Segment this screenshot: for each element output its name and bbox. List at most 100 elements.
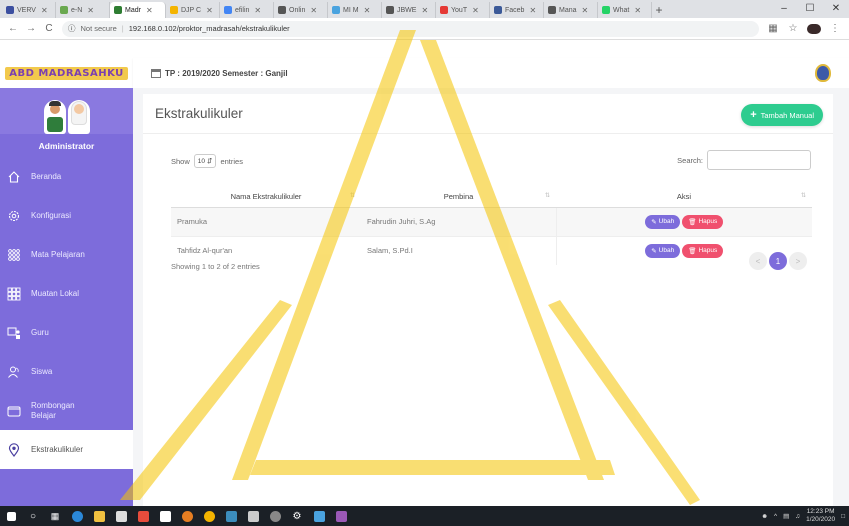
tab-close-icon[interactable]: ✕ bbox=[87, 6, 94, 15]
firefox-icon[interactable] bbox=[176, 506, 198, 526]
tab-close-icon[interactable]: ✕ bbox=[582, 6, 589, 15]
tab-close-icon[interactable]: ✕ bbox=[41, 6, 48, 15]
reload-button[interactable]: C bbox=[44, 23, 54, 34]
forward-button[interactable]: → bbox=[26, 23, 36, 34]
more-menu-icon[interactable]: ⋮ bbox=[829, 23, 841, 34]
column-header-nama[interactable]: Nama Ekstrakulikuler ⇅ bbox=[171, 186, 361, 208]
academic-period: TP : 2019/2020 Semester : Ganjil bbox=[165, 68, 288, 78]
school-emblem-icon[interactable] bbox=[815, 64, 831, 82]
calendar-icon bbox=[151, 68, 161, 78]
browser-tab[interactable]: YouT ✕ bbox=[436, 2, 490, 18]
browser-tab[interactable]: e-N ✕ bbox=[56, 2, 110, 18]
sidebar-item-ekstrakulikuler[interactable]: Ekstrakulikuler bbox=[0, 430, 133, 469]
volume-icon[interactable]: ♫ bbox=[795, 513, 800, 520]
search-label: Search: bbox=[677, 155, 703, 165]
tab-close-icon[interactable]: ✕ bbox=[529, 6, 536, 15]
url-field[interactable]: ⓘ Not secure | 192.168.0.102/proktor_mad… bbox=[62, 20, 759, 37]
app-icon-2[interactable] bbox=[264, 506, 286, 526]
app-icon-4[interactable] bbox=[330, 506, 352, 526]
sidebar-item-siswa[interactable]: Siswa bbox=[0, 352, 133, 391]
info-icon[interactable]: ⓘ bbox=[68, 23, 76, 34]
home-icon bbox=[6, 169, 22, 185]
address-bar: ← → C ⓘ Not secure | 192.168.0.102/prokt… bbox=[0, 18, 849, 40]
search-icon[interactable]: ○ bbox=[22, 506, 44, 526]
tab-close-icon[interactable]: ✕ bbox=[310, 6, 317, 15]
tab-close-icon[interactable]: ✕ bbox=[364, 6, 371, 15]
sidebar-item-rombongan-belajar[interactable]: Rombongan Belajar bbox=[0, 391, 133, 430]
entries-select[interactable]: 10 ⇵ bbox=[193, 154, 217, 168]
minimize-button[interactable]: – bbox=[771, 0, 797, 18]
bookmark-star-icon[interactable]: ☆ bbox=[787, 23, 799, 34]
clock-date: 1/20/2020 bbox=[806, 516, 836, 523]
tab-close-icon[interactable]: ✕ bbox=[634, 6, 641, 15]
browser-tab[interactable]: DJP C ✕ bbox=[166, 2, 220, 18]
add-manual-button[interactable]: + Tambah Manual bbox=[741, 104, 823, 126]
tab-favicon-icon bbox=[170, 6, 178, 14]
chrome-icon[interactable] bbox=[198, 506, 220, 526]
tab-close-icon[interactable]: ✕ bbox=[146, 6, 153, 15]
tab-close-icon[interactable]: ✕ bbox=[421, 6, 428, 15]
search-input[interactable] bbox=[707, 150, 811, 170]
browser-tab[interactable]: JBWE ✕ bbox=[382, 2, 436, 18]
close-window-button[interactable]: ✕ bbox=[823, 0, 849, 18]
photos-icon[interactable] bbox=[242, 506, 264, 526]
edit-button[interactable]: ✎ Ubah bbox=[645, 243, 681, 258]
people-icon[interactable]: ☻ bbox=[761, 513, 768, 520]
browser-tab[interactable]: Mana ✕ bbox=[544, 2, 598, 18]
app-icon-1[interactable] bbox=[220, 506, 242, 526]
maximize-button[interactable]: ☐ bbox=[797, 0, 823, 18]
tab-close-icon[interactable]: ✕ bbox=[254, 6, 261, 15]
page-1-button[interactable]: 1 bbox=[769, 252, 787, 270]
office-icon[interactable] bbox=[132, 506, 154, 526]
settings-icon[interactable]: ⚙ bbox=[286, 506, 308, 526]
teacher-icon bbox=[6, 325, 22, 341]
browser-tab[interactable]: efilin ✕ bbox=[220, 2, 274, 18]
browser-tab[interactable]: Faceb ✕ bbox=[490, 2, 544, 18]
file-explorer-icon[interactable] bbox=[88, 506, 110, 526]
tab-favicon-icon bbox=[440, 6, 448, 14]
app-logo[interactable]: ABD MADRASAHKU bbox=[5, 66, 128, 80]
sidebar-item-mata-pelajaran[interactable]: Mata Pelajaran bbox=[0, 235, 133, 274]
task-view-icon[interactable]: ▦ bbox=[44, 506, 66, 526]
sidebar-item-beranda[interactable]: Beranda bbox=[0, 157, 133, 196]
translate-icon[interactable]: ▦ bbox=[767, 23, 779, 34]
edit-button[interactable]: ✎ Ubah bbox=[645, 214, 681, 229]
tray-chevron-icon[interactable]: ^ bbox=[774, 513, 777, 520]
tab-close-icon[interactable]: ✕ bbox=[206, 6, 213, 15]
store-icon[interactable] bbox=[110, 506, 132, 526]
sidebar-item-muatan-lokal[interactable]: Muatan Lokal bbox=[0, 274, 133, 313]
card-header: Ekstrakulikuler + Tambah Manual bbox=[143, 94, 833, 134]
entries-label: entries bbox=[220, 156, 243, 166]
delete-button[interactable]: 🗑 Hapus bbox=[682, 243, 724, 258]
back-button[interactable]: ← bbox=[8, 23, 18, 34]
browser-tab[interactable]: Onlin ✕ bbox=[274, 2, 328, 18]
browser-tab[interactable]: Madr ✕ bbox=[110, 2, 166, 18]
browser-tab[interactable]: VERV ✕ bbox=[2, 2, 56, 18]
app-icon-3[interactable] bbox=[308, 506, 330, 526]
sort-icon: ⇅ bbox=[349, 193, 355, 199]
browser-tab[interactable]: What ✕ bbox=[598, 2, 652, 18]
windows-start-icon[interactable] bbox=[0, 506, 22, 526]
sidebar-menu: Beranda Konfigurasi Mata Pelajaran Muatan L… bbox=[0, 157, 133, 469]
clock[interactable]: 12:23 PM 1/20/2020 bbox=[806, 508, 835, 524]
notifications-icon[interactable]: □ bbox=[841, 513, 845, 520]
pagination: < 1 > bbox=[749, 252, 807, 270]
tab-label: VERV bbox=[17, 6, 36, 14]
previous-page-button[interactable]: < bbox=[749, 252, 767, 270]
column-header-pembina[interactable]: Pembina ⇅ bbox=[361, 186, 556, 208]
tab-label: Faceb bbox=[505, 6, 525, 14]
sidebar-item-konfigurasi[interactable]: Konfigurasi bbox=[0, 196, 133, 235]
tab-close-icon[interactable]: ✕ bbox=[472, 6, 479, 15]
cell-pembina: Fahrudin Juhri, S.Ag bbox=[361, 206, 557, 236]
browser-tab[interactable]: MI M ✕ bbox=[328, 2, 382, 18]
edge-browser-icon[interactable] bbox=[66, 506, 88, 526]
next-page-button[interactable]: > bbox=[789, 252, 807, 270]
mail-icon[interactable] bbox=[154, 506, 176, 526]
profile-avatar[interactable] bbox=[807, 23, 821, 34]
sidebar-item-guru[interactable]: Guru bbox=[0, 313, 133, 352]
folder-icon bbox=[6, 403, 22, 419]
column-header-aksi[interactable]: Aksi ⇅ bbox=[556, 186, 812, 208]
new-tab-button[interactable]: + bbox=[652, 2, 666, 18]
delete-button[interactable]: 🗑 Hapus bbox=[682, 214, 724, 229]
network-icon[interactable]: ▤ bbox=[783, 512, 789, 520]
